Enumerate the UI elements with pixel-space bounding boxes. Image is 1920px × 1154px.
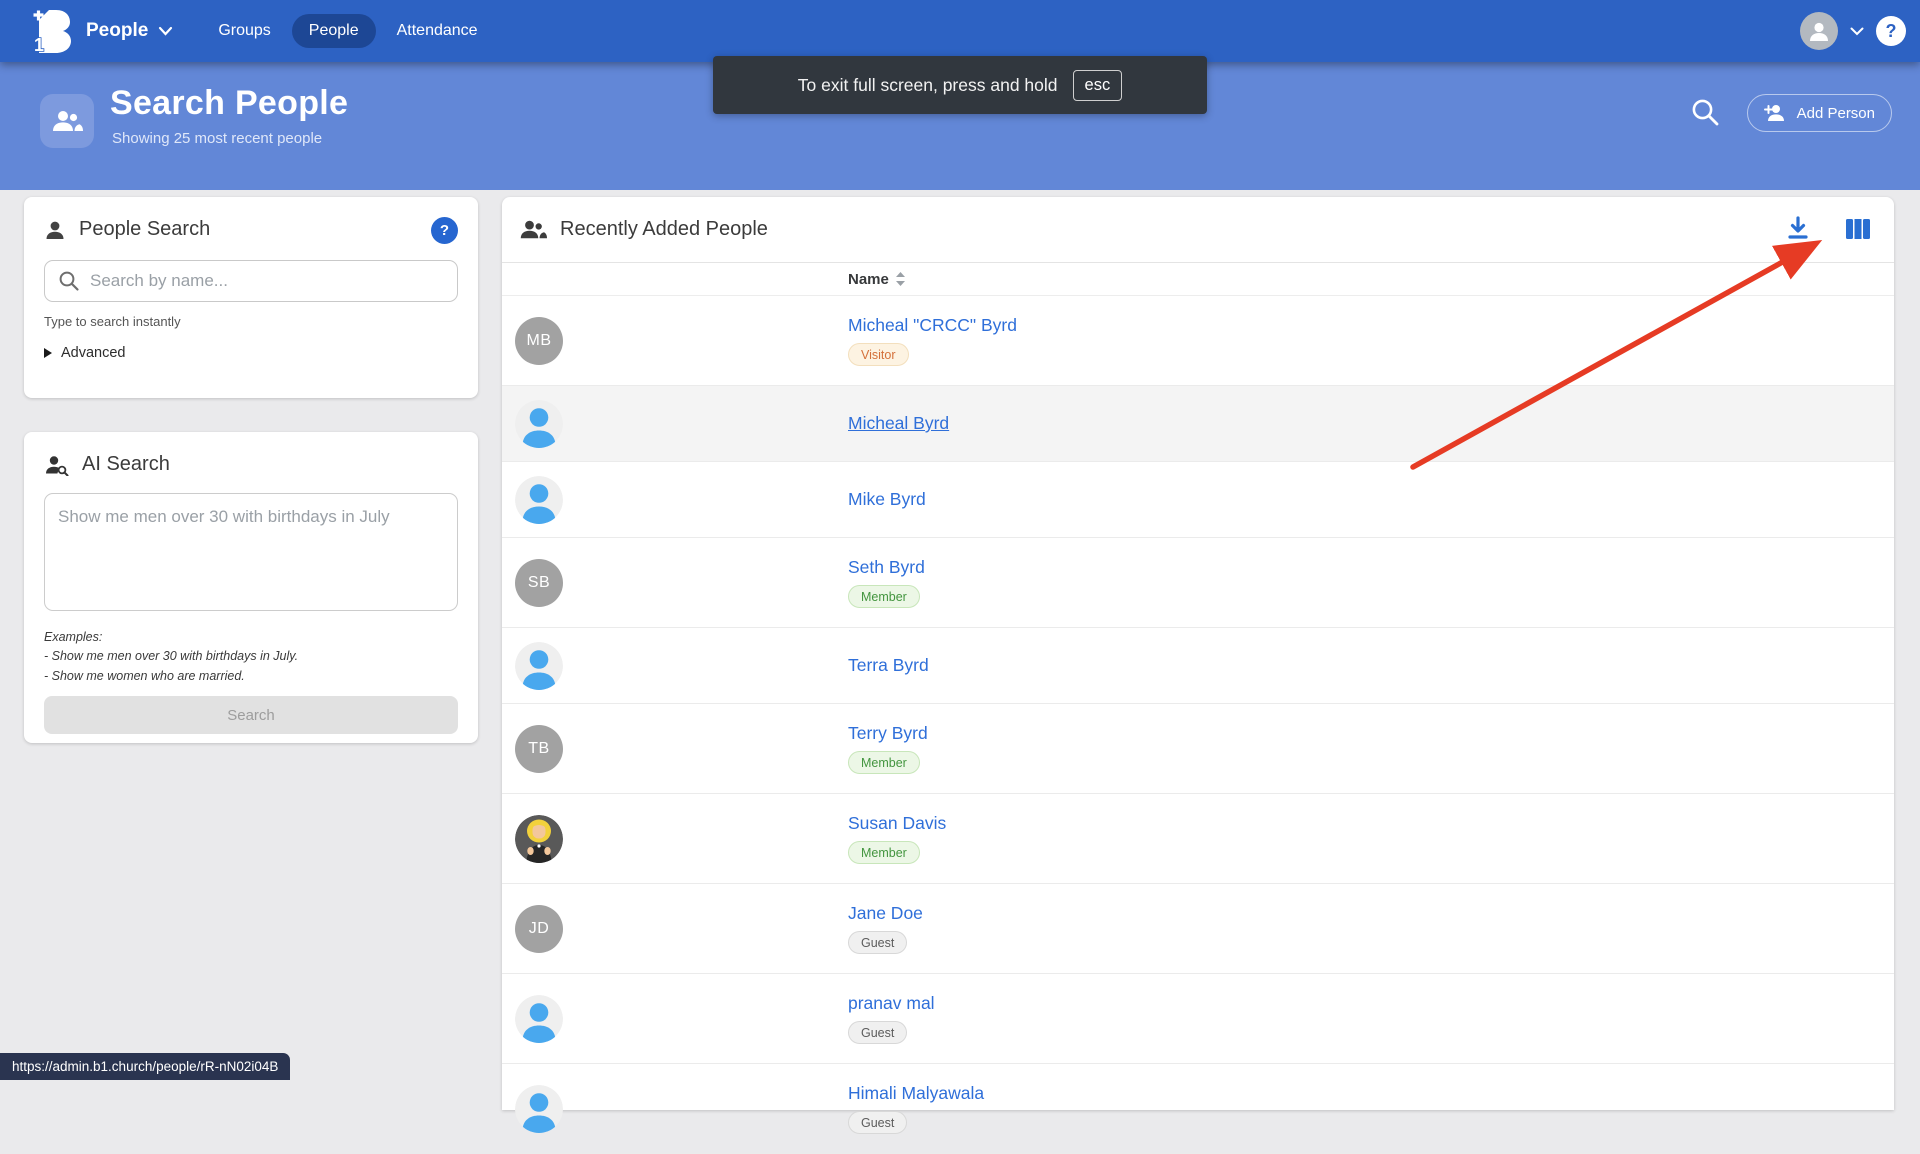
table-row[interactable]: Susan Davis Member (502, 794, 1894, 884)
people-group-icon (519, 219, 547, 240)
search-input[interactable] (44, 260, 458, 302)
person-avatar-icon (515, 400, 563, 448)
avatar-icon (515, 642, 563, 690)
advanced-label: Advanced (61, 345, 126, 361)
user-avatar[interactable] (1800, 12, 1838, 50)
search-icon (58, 270, 80, 292)
toast-message: To exit full screen, press and hold (798, 75, 1058, 96)
avatar-initials: SB (515, 559, 563, 607)
search-hint: Type to search instantly (44, 314, 458, 329)
avatar-initials: MB (515, 317, 563, 365)
b1-church-logo-icon[interactable]: 1 (30, 8, 72, 54)
person-icon (1806, 18, 1832, 44)
ai-example-1: - Show me men over 30 with birthdays in … (44, 647, 458, 666)
people-table-body: MB Micheal "CRCC" Byrd Visitor Micheal Byrd… (502, 296, 1894, 1154)
person-avatar-icon (515, 1085, 563, 1133)
name-column-header[interactable]: Name (848, 271, 906, 288)
person-name-link[interactable]: Jane Doe (848, 903, 923, 924)
table-row[interactable]: TB Terry Byrd Member (502, 704, 1894, 794)
header-search-icon[interactable] (1690, 97, 1720, 127)
person-name-link[interactable]: Terra Byrd (848, 655, 929, 676)
table-row[interactable]: pranav mal Guest (502, 974, 1894, 1064)
tab-attendance[interactable]: Attendance (380, 14, 495, 48)
people-group-icon (40, 94, 94, 148)
people-search-title: People Search (79, 218, 210, 241)
status-badge: Guest (848, 931, 907, 954)
status-badge: Member (848, 751, 920, 774)
triangle-right-icon (44, 348, 52, 358)
avatar-icon (515, 1085, 563, 1133)
person-name-link[interactable]: Mike Byrd (848, 489, 926, 510)
people-search-card: People Search ? Type to search instantly… (24, 197, 478, 398)
nav-tabs: Groups People Attendance (201, 14, 494, 48)
columns-icon[interactable] (1844, 215, 1872, 243)
download-icon[interactable] (1784, 215, 1812, 243)
help-icon[interactable]: ? (1876, 16, 1906, 46)
ai-search-title: AI Search (82, 453, 170, 476)
avatar-icon (515, 476, 563, 524)
person-name-link[interactable]: Seth Byrd (848, 557, 925, 578)
add-person-label: Add Person (1797, 105, 1875, 122)
sort-icon (895, 271, 906, 287)
fullscreen-toast: To exit full screen, press and hold esc (713, 56, 1207, 114)
person-avatar-icon (515, 476, 563, 524)
table-row[interactable]: Micheal Byrd (502, 386, 1894, 462)
account-chevron-down-icon[interactable] (1850, 27, 1864, 36)
ai-examples-title: Examples: (44, 628, 458, 647)
status-badge: Guest (848, 1111, 907, 1134)
app-context-label[interactable]: People (86, 20, 148, 42)
ai-example-2: - Show me women who are married. (44, 667, 458, 686)
avatar-icon (515, 995, 563, 1043)
table-header-row: Name (502, 263, 1894, 296)
status-badge: Visitor (848, 343, 909, 366)
people-search-help-icon[interactable]: ? (431, 217, 458, 244)
link-preview-url: https://admin.b1.church/people/rR-nN02i0… (12, 1059, 278, 1074)
add-person-button[interactable]: Add Person (1747, 94, 1892, 132)
avatar-initials: TB (515, 725, 563, 773)
page-title: Search People (110, 84, 348, 123)
avatar-initials: JD (515, 905, 563, 953)
person-add-icon (1764, 104, 1788, 122)
table-row[interactable]: Terra Byrd (502, 628, 1894, 704)
name-column-label: Name (848, 271, 889, 288)
chevron-down-icon[interactable] (158, 26, 173, 36)
ai-search-textarea[interactable] (44, 493, 458, 611)
person-avatar-icon (515, 995, 563, 1043)
person-icon (44, 219, 66, 241)
table-row[interactable]: MB Micheal "CRCC" Byrd Visitor (502, 296, 1894, 386)
person-search-icon (44, 454, 69, 476)
status-badge: Member (848, 585, 920, 608)
person-name-link[interactable]: pranav mal (848, 993, 935, 1014)
avatar-icon (515, 400, 563, 448)
recently-added-card: Recently Added People Name MB Micheal "CR… (502, 197, 1894, 1110)
svg-text:1: 1 (34, 35, 44, 54)
table-row[interactable]: Mike Byrd (502, 462, 1894, 538)
person-name-link[interactable]: Micheal Byrd (848, 413, 949, 434)
tab-groups[interactable]: Groups (201, 14, 287, 48)
person-name-link[interactable]: Susan Davis (848, 813, 946, 834)
photo-avatar (515, 815, 563, 863)
esc-key-badge: esc (1073, 70, 1123, 101)
person-avatar-icon (515, 642, 563, 690)
advanced-expander[interactable]: Advanced (44, 345, 458, 361)
recently-added-title: Recently Added People (560, 218, 768, 241)
ai-examples: Examples: - Show me men over 30 with bir… (44, 628, 458, 686)
ai-search-button[interactable]: Search (44, 696, 458, 734)
tab-people[interactable]: People (292, 14, 376, 48)
link-preview-statusbar: https://admin.b1.church/people/rR-nN02i0… (0, 1053, 290, 1080)
person-name-link[interactable]: Terry Byrd (848, 723, 928, 744)
status-badge: Member (848, 841, 920, 864)
table-row[interactable]: Himali Malyawala Guest (502, 1064, 1894, 1154)
ai-search-card: AI Search Examples: - Show me men over 3… (24, 432, 478, 743)
person-name-link[interactable]: Micheal "CRCC" Byrd (848, 315, 1017, 336)
page-subtitle: Showing 25 most recent people (112, 130, 322, 147)
table-row[interactable]: JD Jane Doe Guest (502, 884, 1894, 974)
status-badge: Guest (848, 1021, 907, 1044)
person-name-link[interactable]: Himali Malyawala (848, 1083, 984, 1104)
avatar-photo (515, 815, 563, 863)
top-navbar: 1 People Groups People Attendance ? (0, 0, 1920, 62)
table-row[interactable]: SB Seth Byrd Member (502, 538, 1894, 628)
